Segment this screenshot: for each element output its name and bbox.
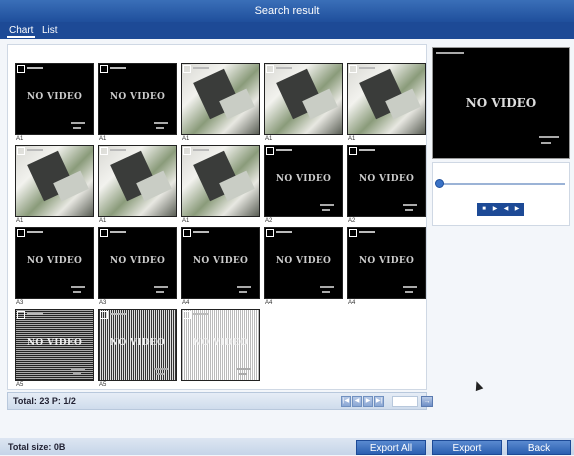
thumbnail[interactable]: NO VIDEO [264,145,343,217]
thumbnail-label: A5 [99,382,107,388]
select-checkbox[interactable] [349,65,357,73]
select-checkbox[interactable] [266,229,274,237]
preview-window: NO VIDEO [432,47,570,159]
thumbnail-grid: NO VIDEO A1 NO VIDEO A1 A1 A1 A1 A1 A1 A1 NO VIDEO… [7,44,427,390]
grid-statusbar: Total: 23 P: 1/2 |◀ ◀ ▶ ▶| → [7,392,433,410]
stop-button[interactable]: ■ [479,205,489,214]
prev-button[interactable]: ◀ [501,205,511,214]
select-checkbox[interactable] [183,147,191,155]
back-button[interactable]: Back [507,440,571,455]
tab-list[interactable]: List [40,23,60,38]
slider-knob[interactable] [435,179,444,188]
novideo-text: NO VIDEO [358,256,415,266]
thumbnail-label: A1 [16,136,24,142]
select-checkbox[interactable] [100,147,108,155]
novideo-text: NO VIDEO [275,174,332,184]
mouse-cursor-icon [472,379,484,392]
thumbnail[interactable]: NO VIDEO [98,309,177,381]
footer-bar: Total size: 0B Export All Export Back [0,438,574,455]
window-title: Search result [0,0,574,22]
select-checkbox[interactable] [266,147,274,155]
page-input[interactable] [392,396,418,407]
thumbnail-label: A1 [16,218,24,224]
select-checkbox[interactable] [100,65,108,73]
play-button[interactable]: ▶ [490,205,500,214]
thumbnail[interactable] [15,145,94,217]
thumbnail[interactable]: NO VIDEO [15,227,94,299]
thumbnail[interactable]: NO VIDEO [181,227,260,299]
export-all-button[interactable]: Export All [356,440,426,455]
thumbnail-label: A3 [16,300,24,306]
select-checkbox[interactable] [100,229,108,237]
thumbnail-label: A1 [99,218,107,224]
novideo-text: NO VIDEO [192,256,249,266]
select-checkbox[interactable] [183,65,191,73]
thumbnail-label: A1 [348,136,356,142]
novideo-text: NO VIDEO [109,338,166,348]
total-size: Total size: 0B [8,442,66,452]
select-checkbox[interactable] [183,229,191,237]
thumbnail-label: A2 [265,218,273,224]
novideo-text: NO VIDEO [26,338,83,348]
preview-novideo-text: NO VIDEO [465,96,537,110]
thumbnail[interactable]: NO VIDEO [181,309,260,381]
thumbnail[interactable]: NO VIDEO [347,145,426,217]
select-checkbox[interactable] [266,65,274,73]
thumbnail[interactable]: NO VIDEO [15,309,94,381]
total-count: Total: 23 P: 1/2 [13,396,76,406]
next-button[interactable]: ▶ [512,205,522,214]
thumbnail-label: A1 [265,136,273,142]
prev-page-button[interactable]: ◀ [352,396,362,407]
novideo-text: NO VIDEO [26,92,83,102]
thumbnail[interactable]: NO VIDEO [98,227,177,299]
thumbnail[interactable]: NO VIDEO [15,63,94,135]
progress-slider[interactable] [439,183,565,185]
thumbnail-label: A1 [182,218,190,224]
first-page-button[interactable]: |◀ [341,396,351,407]
thumbnail-label: A4 [265,300,273,306]
thumbnail-label: A1 [99,136,107,142]
thumbnail[interactable]: NO VIDEO [98,63,177,135]
thumbnail-label: A3 [99,300,107,306]
go-page-button[interactable]: → [421,396,433,407]
select-checkbox[interactable] [17,65,25,73]
thumbnail-label: A2 [348,218,356,224]
select-checkbox[interactable] [17,147,25,155]
novideo-text: NO VIDEO [192,338,249,348]
last-page-button[interactable]: ▶| [374,396,384,407]
thumbnail[interactable] [181,145,260,217]
novideo-text: NO VIDEO [358,174,415,184]
select-checkbox[interactable] [100,311,108,319]
thumbnail[interactable]: NO VIDEO [264,227,343,299]
playback-panel: ■ ▶ ◀ ▶ [432,162,570,226]
thumbnail-label: A5 [16,382,24,388]
thumbnail-label: A1 [182,136,190,142]
thumbnail-label: A4 [182,300,190,306]
thumbnail[interactable]: NO VIDEO [347,227,426,299]
thumbnail[interactable] [264,63,343,135]
novideo-text: NO VIDEO [109,92,166,102]
playback-controls: ■ ▶ ◀ ▶ [477,203,524,216]
tab-chart[interactable]: Chart [7,23,36,38]
thumbnail[interactable] [181,63,260,135]
select-checkbox[interactable] [17,229,25,237]
next-page-button[interactable]: ▶ [363,396,373,407]
select-checkbox[interactable] [349,147,357,155]
tab-bar: Chart List [0,22,574,39]
select-checkbox[interactable] [349,229,357,237]
thumbnail[interactable] [347,63,426,135]
novideo-text: NO VIDEO [275,256,332,266]
novideo-text: NO VIDEO [26,256,83,266]
pager: |◀ ◀ ▶ ▶| [341,396,384,407]
export-button[interactable]: Export [432,440,502,455]
thumbnail[interactable] [98,145,177,217]
select-checkbox[interactable] [183,311,191,319]
novideo-text: NO VIDEO [109,256,166,266]
select-checkbox[interactable] [17,311,25,319]
thumbnail-label: A4 [348,300,356,306]
